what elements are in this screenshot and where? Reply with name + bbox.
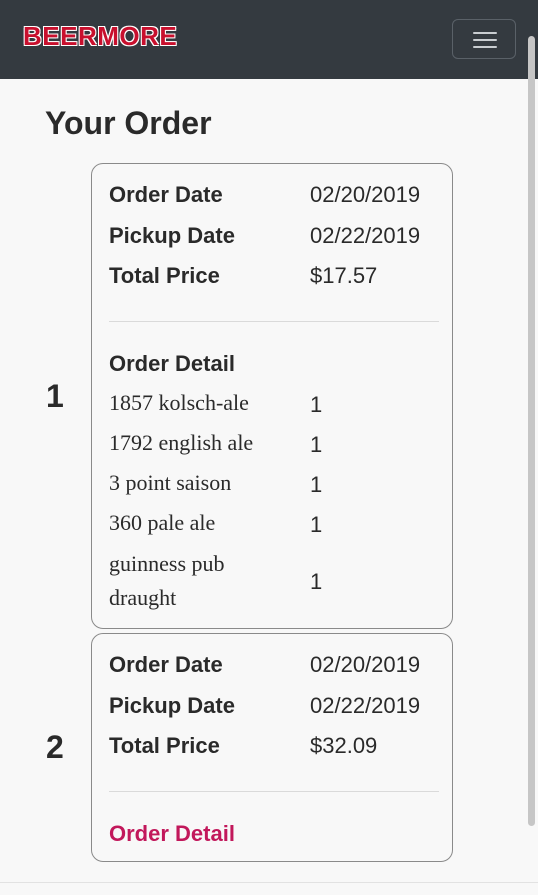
order-detail-link[interactable]: Order Detail: [109, 821, 235, 846]
item-qty: 1: [310, 392, 323, 417]
order-detail-heading: Order Detail: [109, 351, 235, 376]
item-qty: 1: [310, 569, 323, 594]
total-price-value: $32.09: [310, 733, 378, 758]
pickup-date-label: Pickup Date: [109, 223, 235, 248]
pickup-date-value: 02/22/2019: [310, 223, 421, 248]
item-qty: 1: [310, 432, 323, 457]
total-price-label: Total Price: [109, 263, 220, 288]
scrollbar[interactable]: [528, 36, 535, 826]
order-date-label: Order Date: [109, 652, 223, 677]
bottom-divider: [0, 882, 538, 883]
order-card: Order Date 02/20/2019 Pickup Date 02/22/…: [91, 633, 453, 862]
pickup-date-label: Pickup Date: [109, 693, 235, 718]
order-date-value: 02/20/2019: [310, 182, 421, 207]
item-name: 360 pale ale: [109, 510, 216, 535]
divider: [109, 791, 439, 792]
item-qty: 1: [310, 472, 323, 497]
total-price-label: Total Price: [109, 733, 220, 758]
item-name: 1857 kolsch-ale: [109, 390, 249, 415]
item-name: 1792 english ale: [109, 430, 254, 455]
menu-toggle-button[interactable]: [452, 19, 516, 59]
order-date-label: Order Date: [109, 182, 223, 207]
order-card: Order Date 02/20/2019 Pickup Date 02/22/…: [91, 163, 453, 629]
brand-logo[interactable]: BEERMORE: [23, 23, 177, 49]
item-qty: 1: [310, 512, 323, 537]
order-date-value: 02/20/2019: [310, 652, 421, 677]
page-title: Your Order: [45, 105, 212, 141]
item-name: 3 point saison: [109, 470, 232, 495]
total-price-value: $17.57: [310, 263, 378, 288]
order-number: 1: [46, 378, 64, 414]
item-name: guinness pub: [109, 551, 225, 576]
navbar: BEERMORE: [0, 0, 538, 79]
divider: [109, 321, 439, 322]
pickup-date-value: 02/22/2019: [310, 693, 421, 718]
order-number: 2: [46, 729, 64, 765]
item-name-continued: draught: [109, 585, 177, 610]
